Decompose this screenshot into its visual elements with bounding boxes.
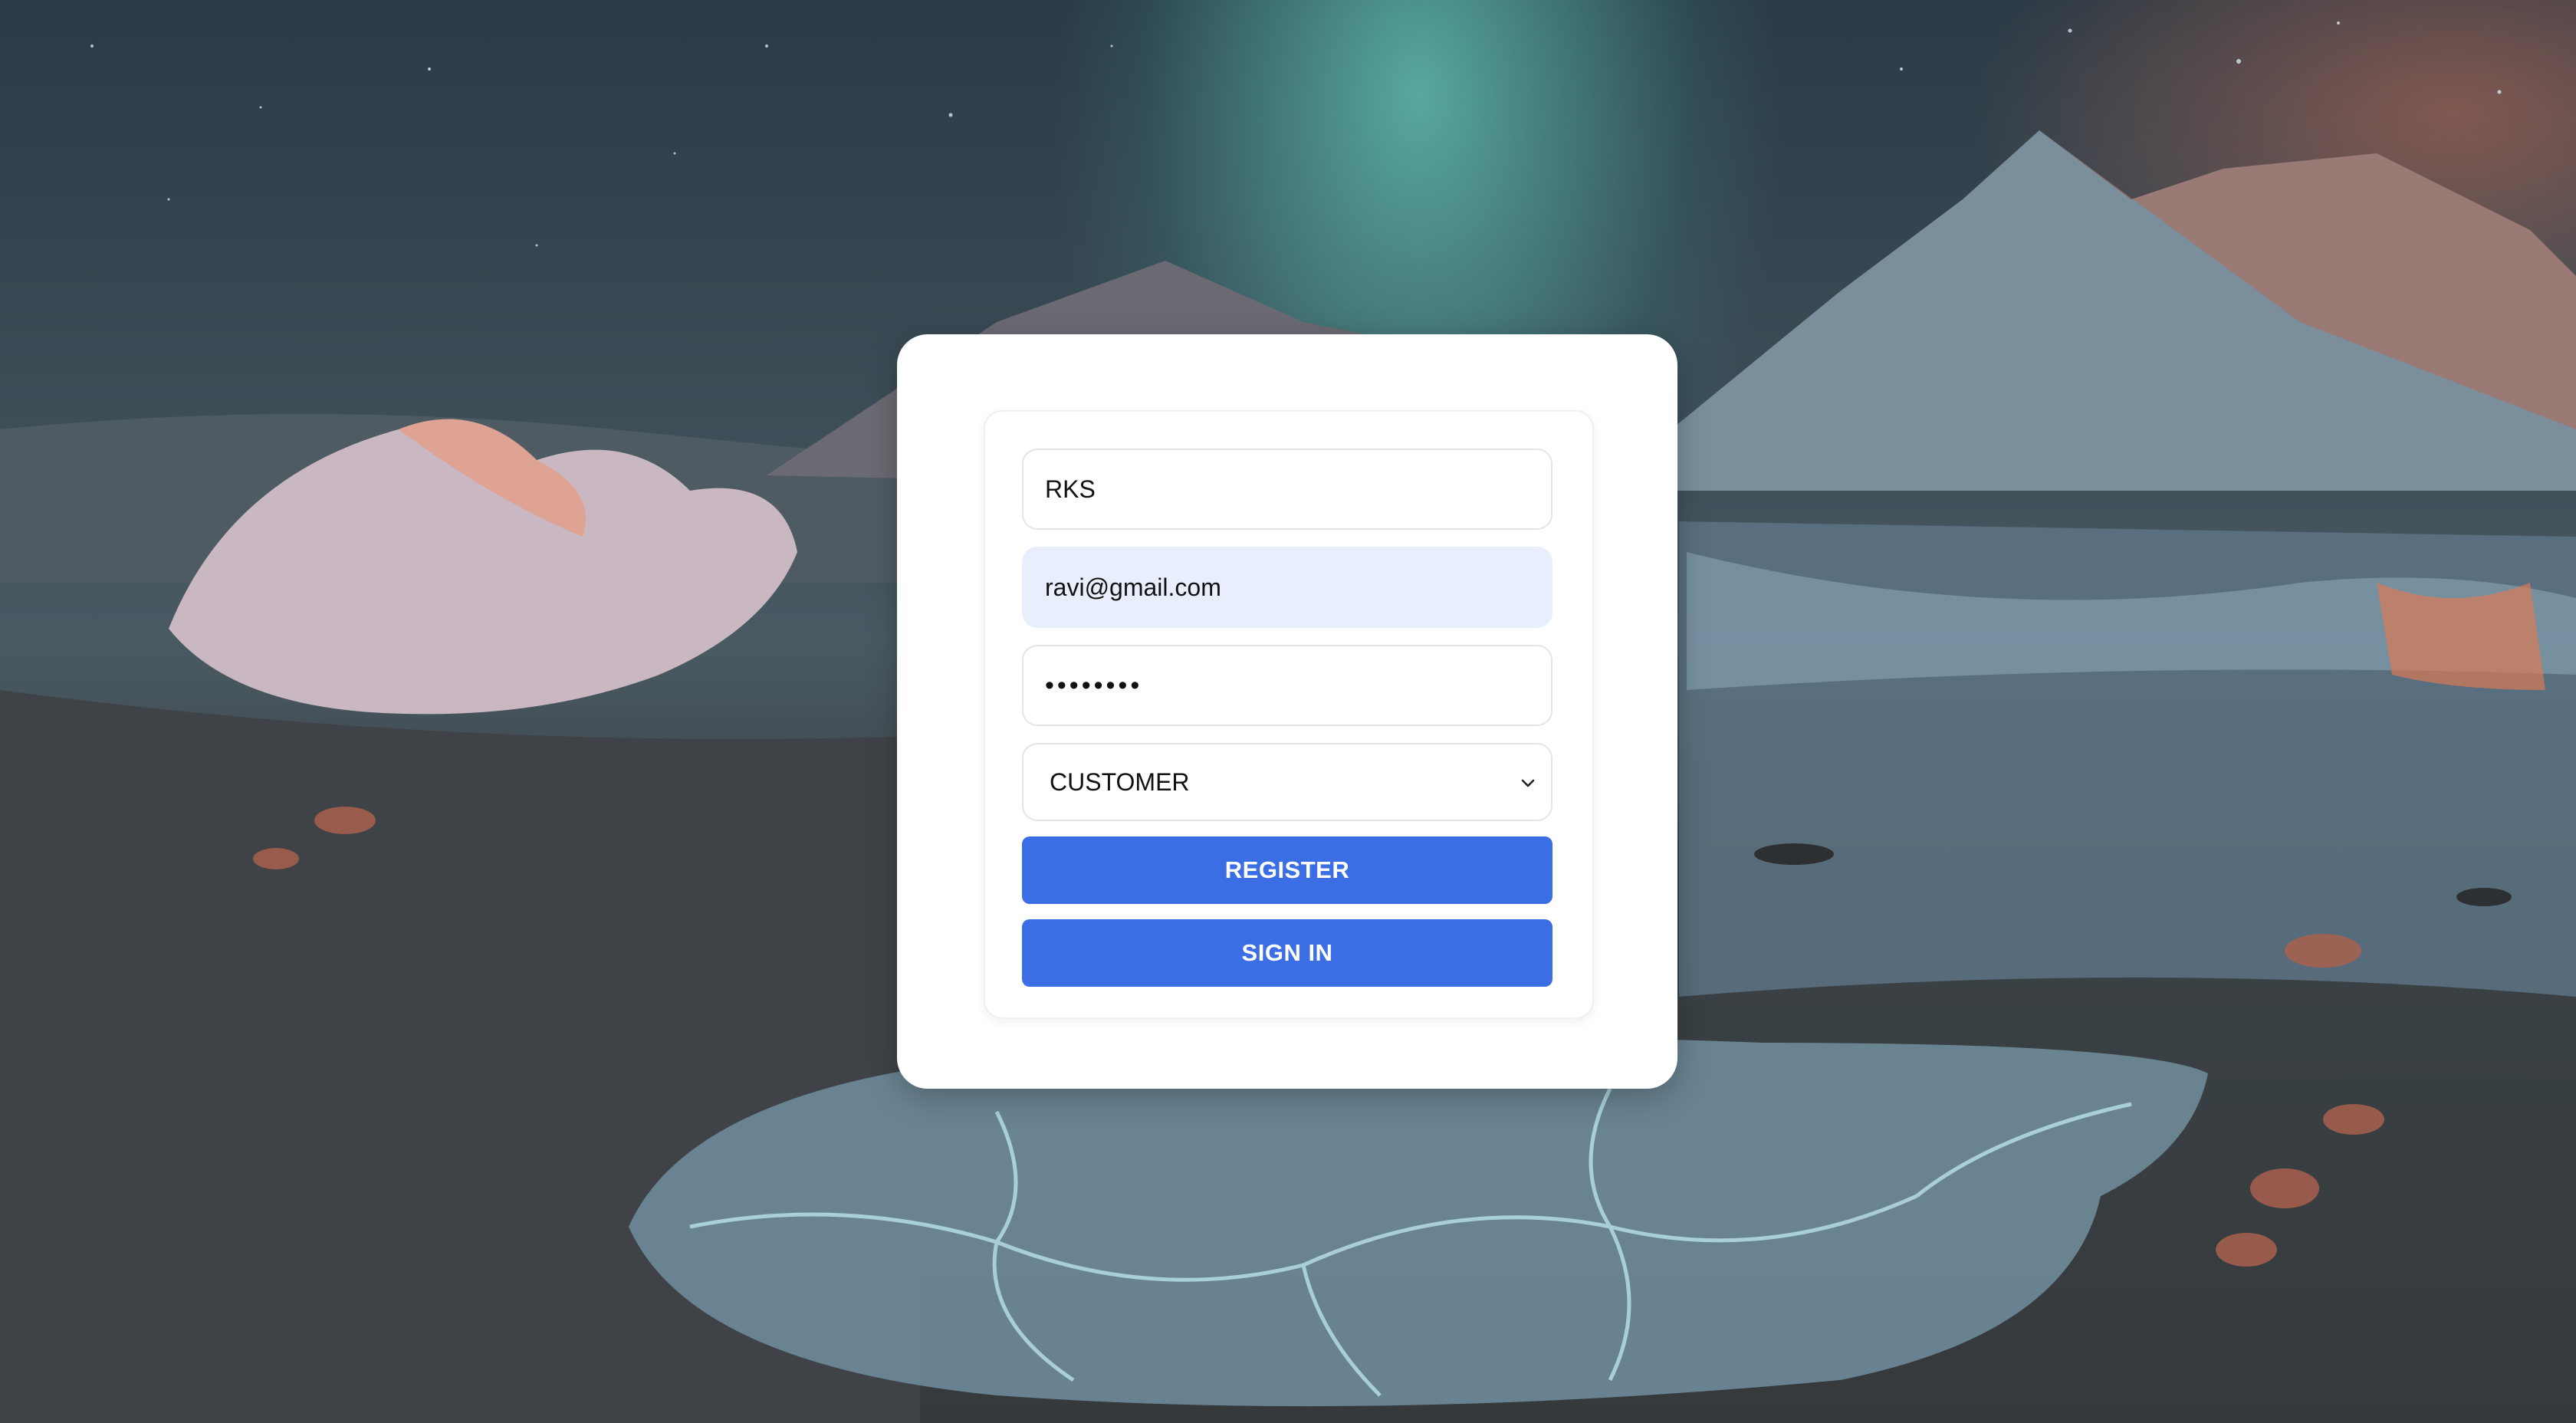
register-button[interactable]: REGISTER bbox=[1022, 836, 1552, 904]
password-field[interactable]: •••••••• bbox=[1022, 645, 1552, 726]
email-field[interactable]: ravi@gmail.com bbox=[1022, 547, 1552, 628]
chevron-down-icon bbox=[1521, 779, 1535, 787]
register-card: RKS ravi@gmail.com •••••••• CUSTOMER REG… bbox=[897, 334, 1677, 1089]
register-form: RKS ravi@gmail.com •••••••• CUSTOMER REG… bbox=[984, 410, 1594, 1019]
role-select[interactable]: CUSTOMER bbox=[1022, 743, 1552, 821]
name-field[interactable]: RKS bbox=[1022, 449, 1552, 530]
role-select-value: CUSTOMER bbox=[1050, 768, 1190, 796]
sign-in-button[interactable]: SIGN IN bbox=[1022, 919, 1552, 987]
